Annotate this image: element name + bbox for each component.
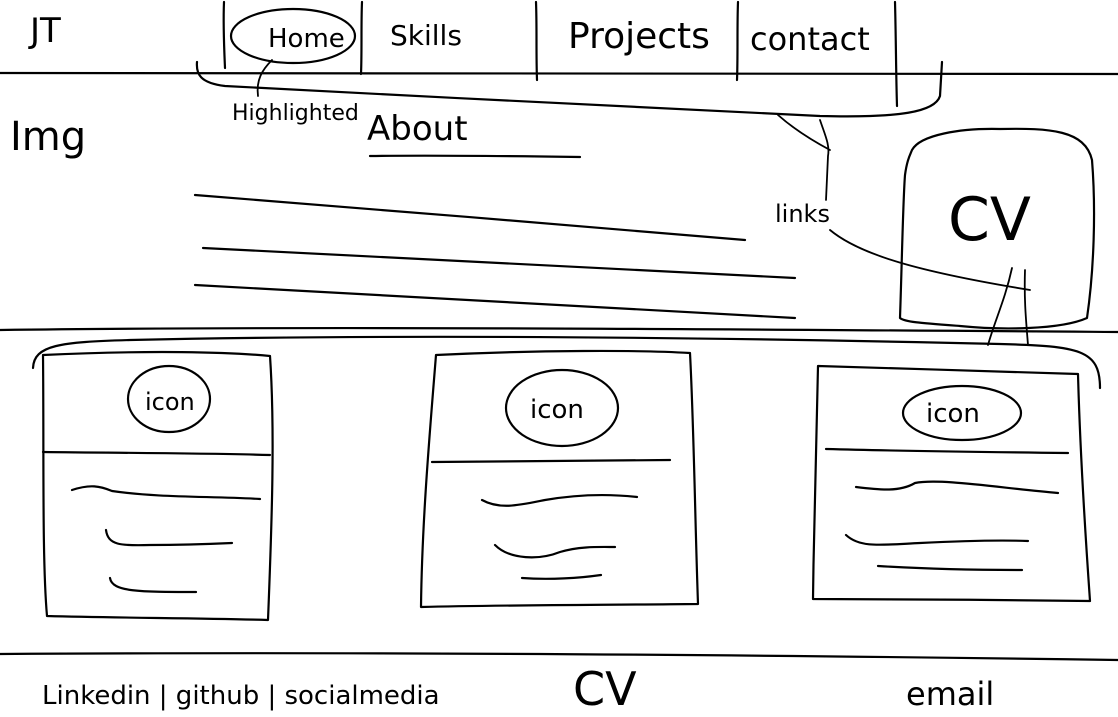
card-text-line [108,576,198,594]
card-text-line [876,564,1024,572]
nav-item-projects[interactable]: Projects [568,16,710,57]
card-icon-label: icon [530,395,584,425]
card-text-line [844,533,1030,546]
nav-divider [735,0,740,82]
hero-text-line [193,193,747,242]
header-divider [0,70,1118,76]
card-text-line [480,493,639,507]
highlight-pointer [256,59,273,97]
card-divider [430,458,672,464]
card-icon-label: icon [145,388,195,416]
highlighted-annotation: Highlighted [232,101,359,126]
footer-social-links[interactable]: Linkedin | github | socialmedia [42,681,440,711]
about-heading: About [367,109,468,149]
wireframe-sketch: JT Home Skills Projects contact Highligh… [0,0,1118,716]
links-annotation: links [775,200,830,228]
hero-text-line [201,246,797,280]
about-heading-underline [368,154,582,159]
card-text-line [70,485,262,501]
card-divider [824,447,1070,455]
card-text-line [493,543,617,559]
feature-card [419,349,700,609]
footer-cv-link[interactable]: CV [573,662,637,716]
card-divider [41,450,272,457]
links-pointer [777,114,831,201]
nav-item-home[interactable]: Home [268,24,345,54]
card-text-line [854,480,1060,495]
nav-divider [893,0,899,108]
card-icon-label: icon [926,399,980,429]
logo[interactable]: JT [28,11,61,51]
cv-button-label: CV [948,185,1031,255]
footer-divider [0,652,1118,662]
nav-item-skills[interactable]: Skills [390,19,462,52]
nav-divider [222,0,227,70]
cards-brace [31,335,1102,390]
hero-divider [0,326,1118,334]
card-text-line [520,573,603,580]
footer-email-link[interactable]: email [906,675,994,713]
hero-image-placeholder: Img [10,114,86,160]
card-text-line [104,528,234,547]
hero-text-line [193,283,797,320]
nav-item-contact[interactable]: contact [750,20,870,58]
nav-divider [359,0,364,76]
nav-divider [534,0,539,82]
